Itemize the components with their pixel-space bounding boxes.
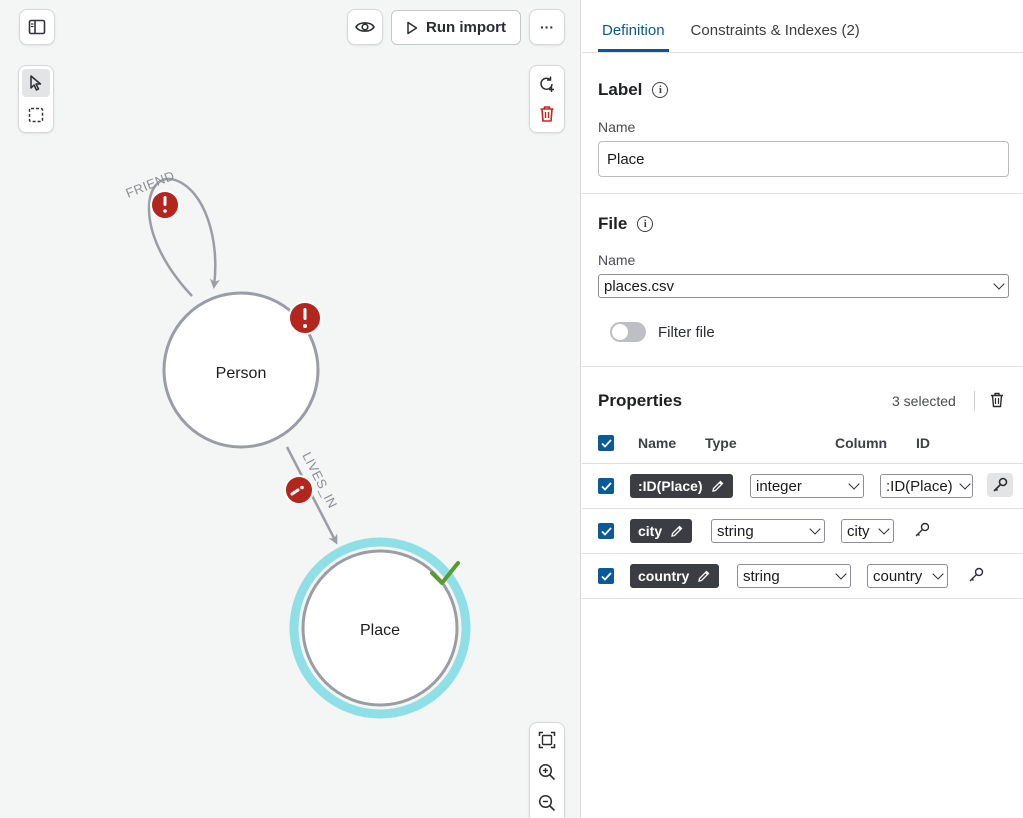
info-icon[interactable]: i: [652, 82, 669, 98]
file-section: File i Name places.csv Filter file: [582, 194, 1023, 367]
file-name-label: Name: [598, 252, 636, 268]
id-key-button[interactable]: [963, 563, 989, 587]
id-key-button[interactable]: [909, 518, 935, 542]
error-icon[interactable]: [288, 301, 322, 335]
details-panel: Definition Constraints & Indexes (2) Lab…: [582, 0, 1023, 818]
file-select[interactable]: places.csv: [598, 274, 1009, 298]
check-icon: [600, 571, 612, 581]
property-row: country string country: [582, 554, 1023, 599]
key-icon: [969, 567, 984, 582]
chevron-down-icon: [959, 478, 971, 490]
property-checkbox[interactable]: [598, 478, 614, 494]
divider: [974, 391, 975, 411]
filter-file-label: Filter file: [658, 323, 715, 341]
check-icon: [600, 481, 612, 491]
info-icon[interactable]: i: [637, 216, 654, 232]
property-column-value: :ID(Place): [886, 477, 953, 495]
filter-file-toggle[interactable]: [610, 322, 646, 342]
column-header-name: Name: [638, 435, 677, 451]
node-label-place: Place: [360, 622, 400, 639]
chevron-down-icon: [993, 278, 1005, 290]
property-column-select[interactable]: country: [867, 564, 948, 588]
property-row: :ID(Place) integer :ID(Place): [582, 464, 1023, 509]
delete-properties-button[interactable]: [990, 392, 1004, 413]
label-section: Label i Name Place: [582, 53, 1023, 194]
node-place[interactable]: Place: [289, 537, 471, 719]
properties-section: Properties 3 selected Name Type Column I…: [582, 367, 1023, 615]
property-column-value: country: [873, 567, 923, 585]
tab-definition[interactable]: Definition: [598, 22, 669, 52]
property-type-select[interactable]: integer: [750, 474, 864, 498]
property-checkbox[interactable]: [598, 568, 614, 584]
properties-title: Properties: [598, 391, 683, 410]
chevron-down-icon: [809, 523, 821, 535]
property-column-select[interactable]: city: [841, 519, 894, 543]
panel-tabs: Definition Constraints & Indexes (2): [582, 0, 1023, 53]
chevron-down-icon: [835, 568, 847, 580]
label-name-label: Name: [598, 119, 636, 135]
property-type-select[interactable]: string: [711, 519, 825, 543]
property-name-chip[interactable]: country: [630, 564, 720, 588]
property-name: :ID(Place): [638, 478, 703, 494]
label-section-title: Label: [598, 80, 643, 99]
column-header-id: ID: [916, 435, 930, 451]
property-type-select[interactable]: string: [737, 564, 851, 588]
property-name: country: [638, 568, 690, 584]
node-label-person: Person: [216, 365, 267, 382]
node-person[interactable]: Person: [162, 291, 322, 449]
key-icon: [993, 477, 1008, 492]
property-name: city: [638, 523, 663, 539]
property-column-value: city: [847, 522, 870, 540]
error-icon[interactable]: [150, 190, 180, 220]
property-name-chip[interactable]: :ID(Place): [630, 474, 733, 498]
pencil-icon: [671, 525, 683, 537]
column-header-column: Column: [835, 435, 888, 451]
check-icon: [600, 526, 612, 536]
pencil-icon: [698, 570, 710, 582]
property-type-value: string: [743, 567, 780, 585]
trash-icon: [991, 392, 1003, 408]
file-select-value: places.csv: [604, 277, 675, 295]
property-row: city string city: [582, 509, 1023, 554]
tab-constraints-indexes[interactable]: Constraints & Indexes (2): [687, 22, 864, 52]
pencil-icon: [711, 480, 723, 492]
chevron-down-icon: [878, 523, 890, 535]
property-name-chip[interactable]: city: [630, 519, 693, 543]
relationship-friend[interactable]: FRIEND: [124, 168, 220, 297]
graph-canvas[interactable]: Run import ··· FRIEND LIVES_IN Person Pl…: [0, 0, 581, 818]
file-section-title: File: [598, 214, 628, 233]
property-type-value: integer: [756, 477, 802, 495]
id-key-button[interactable]: [987, 473, 1013, 497]
error-icon[interactable]: [284, 475, 314, 505]
chevron-down-icon: [848, 478, 860, 490]
label-name-input[interactable]: Place: [598, 141, 1009, 177]
graph-view: FRIEND LIVES_IN Person Place: [124, 168, 471, 719]
key-icon: [915, 522, 930, 537]
relationship-lives-in[interactable]: LIVES_IN: [284, 446, 340, 545]
column-header-type: Type: [705, 435, 737, 451]
property-checkbox[interactable]: [598, 523, 614, 539]
check-icon: [600, 438, 612, 448]
property-column-select[interactable]: :ID(Place): [880, 474, 973, 498]
selected-count: 3 selected: [892, 393, 956, 409]
property-type-value: string: [717, 522, 754, 540]
select-all-checkbox[interactable]: [598, 435, 614, 451]
chevron-down-icon: [932, 568, 944, 580]
